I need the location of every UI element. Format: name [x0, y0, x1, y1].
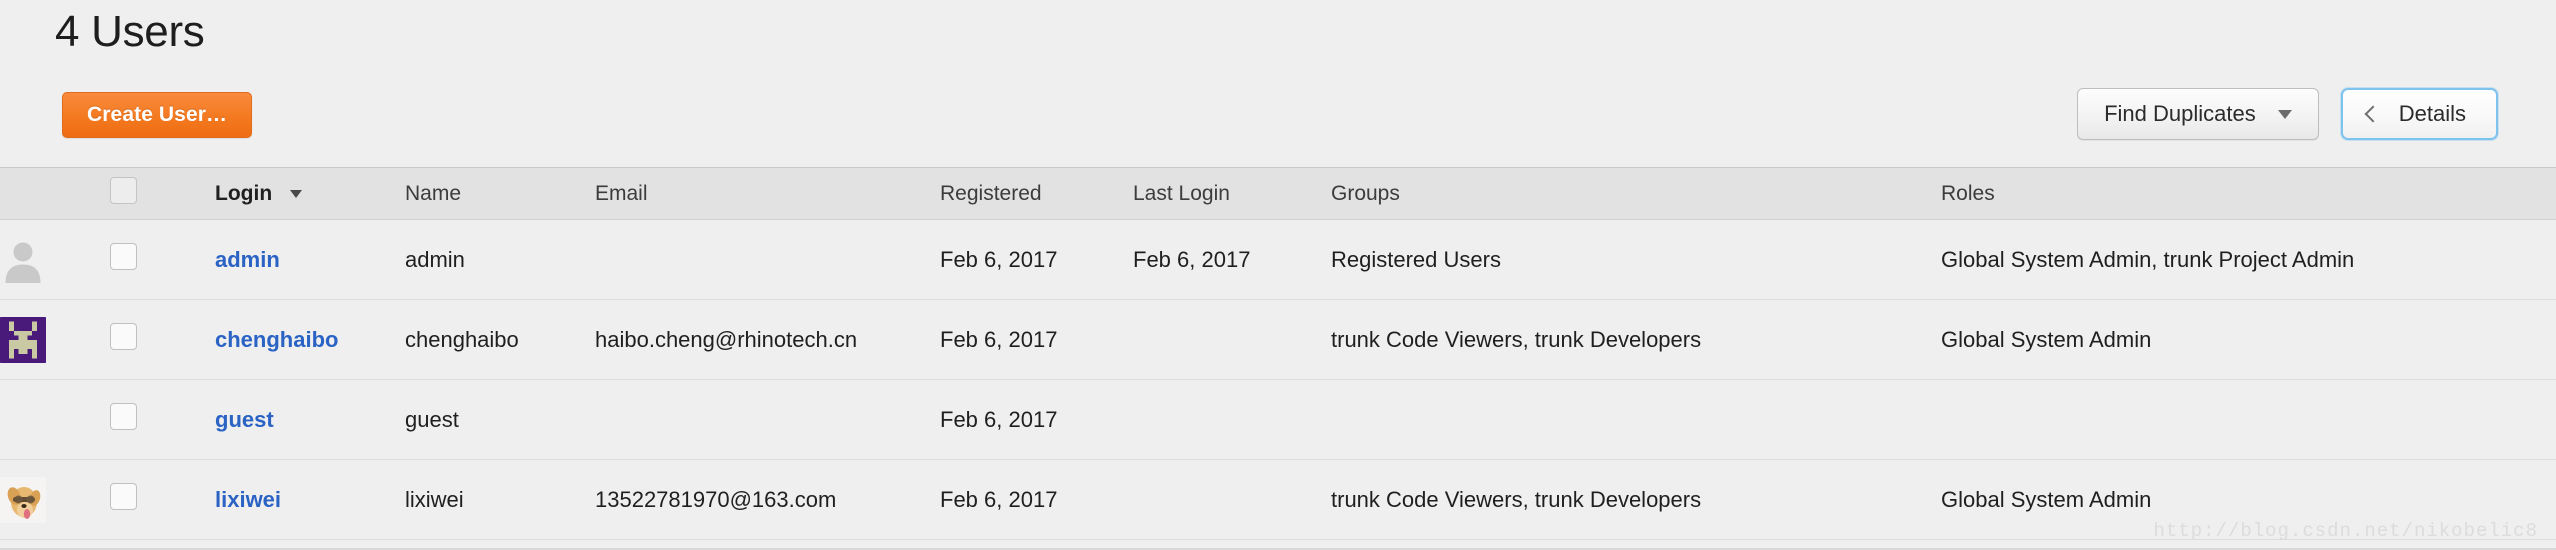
- user-email-cell: [595, 220, 940, 300]
- column-header-name-label: Name: [405, 181, 462, 205]
- user-last-login-cell: [1133, 380, 1331, 460]
- sort-descending-icon: [290, 189, 302, 198]
- user-avatar-cell: [0, 220, 110, 300]
- column-header-name[interactable]: Name: [405, 168, 595, 220]
- user-name-cell: guest: [405, 406, 459, 432]
- dog-photo-avatar-icon: [0, 476, 46, 523]
- user-avatar-cell: [0, 300, 110, 380]
- row-checkbox[interactable]: [110, 483, 137, 510]
- column-header-login-label: Login: [215, 181, 273, 205]
- user-login-link[interactable]: guest: [215, 407, 274, 432]
- details-button[interactable]: Details: [2340, 88, 2498, 140]
- user-roles-cell: Global System Admin, trunk Project Admin: [1941, 246, 2355, 272]
- table-row[interactable]: guest guest Feb 6, 2017: [0, 379, 2556, 460]
- details-label: Details: [2398, 101, 2466, 126]
- user-registered-cell: Feb 6, 2017: [940, 246, 1058, 272]
- column-header-roles-label: Roles: [1941, 181, 1995, 205]
- watermark-text: http://blog.csdn.net/nikobelic8: [2153, 520, 2538, 542]
- row-select-cell: [110, 460, 215, 540]
- row-checkbox[interactable]: [110, 403, 137, 430]
- column-header-email[interactable]: Email: [595, 168, 940, 220]
- user-name-cell: admin: [405, 246, 465, 272]
- user-login-cell: chenghaibo: [215, 300, 405, 380]
- user-email-cell: 13522781970@163.com: [595, 486, 837, 512]
- users-table: Login Name Email Registered Last Login G…: [0, 167, 2556, 540]
- select-all-checkbox[interactable]: [110, 177, 137, 204]
- find-duplicates-label: Find Duplicates: [2104, 101, 2256, 126]
- row-checkbox[interactable]: [110, 323, 137, 350]
- users-page: 4 Users Create User… Find Duplicates Det…: [0, 0, 2556, 550]
- user-last-login-cell: [1133, 460, 1331, 540]
- chevron-down-icon: [2277, 109, 2292, 119]
- user-avatar-cell: [0, 460, 110, 540]
- user-registered-cell: Feb 6, 2017: [940, 326, 1058, 352]
- user-groups-cell: Registered Users: [1331, 246, 1501, 272]
- user-groups-cell: [1331, 380, 1941, 460]
- column-header-last-login-label: Last Login: [1133, 181, 1230, 205]
- user-roles-cell: Global System Admin: [1941, 326, 2152, 352]
- user-login-cell: lixiwei: [215, 460, 405, 540]
- column-header-groups-label: Groups: [1331, 181, 1400, 205]
- table-body: admin admin Feb 6, 2017 Feb 6, 2017 Regi…: [0, 219, 2556, 540]
- user-avatar-cell: [0, 380, 110, 460]
- user-registered-cell: Feb 6, 2017: [940, 486, 1058, 512]
- user-login-cell: admin: [215, 220, 405, 300]
- user-groups-cell: trunk Code Viewers, trunk Developers: [1331, 486, 1702, 512]
- table-row[interactable]: admin admin Feb 6, 2017 Feb 6, 2017 Regi…: [0, 219, 2556, 300]
- user-email-cell: haibo.cheng@rhinotech.cn: [595, 326, 858, 352]
- column-header-login[interactable]: Login: [215, 168, 405, 220]
- user-registered-cell: Feb 6, 2017: [940, 406, 1058, 432]
- user-last-login-cell: Feb 6, 2017: [1133, 246, 1251, 272]
- row-select-cell: [110, 380, 215, 460]
- user-roles-cell: [1941, 380, 2556, 460]
- create-user-button[interactable]: Create User…: [62, 92, 253, 138]
- user-name-cell: chenghaibo: [405, 326, 519, 352]
- header-actions: Find Duplicates Details: [2077, 88, 2498, 140]
- column-header-registered-label: Registered: [940, 181, 1042, 205]
- table-row[interactable]: chenghaibo chenghaibo haibo.cheng@rhinot…: [0, 299, 2556, 380]
- column-header-registered[interactable]: Registered: [940, 168, 1133, 220]
- column-header-avatar: [0, 168, 110, 220]
- table-header-row: Login Name Email Registered Last Login G…: [0, 167, 2556, 220]
- user-email-cell: [595, 380, 940, 460]
- page-header: 4 Users Create User… Find Duplicates Det…: [0, 0, 2556, 155]
- column-header-groups[interactable]: Groups: [1331, 168, 1941, 220]
- column-header-select-all: [110, 168, 215, 220]
- identicon-avatar-icon: [0, 316, 46, 363]
- user-name-cell: lixiwei: [405, 486, 464, 512]
- column-header-roles[interactable]: Roles: [1941, 168, 2556, 220]
- default-person-icon: [5, 242, 41, 283]
- column-header-email-label: Email: [595, 181, 648, 205]
- row-select-cell: [110, 300, 215, 380]
- user-login-link[interactable]: chenghaibo: [215, 327, 338, 352]
- table-header: Login Name Email Registered Last Login G…: [0, 167, 2556, 220]
- row-select-cell: [110, 220, 215, 300]
- row-checkbox[interactable]: [110, 243, 137, 270]
- user-groups-cell: trunk Code Viewers, trunk Developers: [1331, 326, 1702, 352]
- create-user-label: Create User…: [87, 103, 228, 126]
- page-title: 4 Users: [55, 7, 205, 56]
- column-header-last-login[interactable]: Last Login: [1133, 168, 1331, 220]
- user-login-link[interactable]: admin: [215, 247, 280, 272]
- user-login-cell: guest: [215, 380, 405, 460]
- user-login-link[interactable]: lixiwei: [215, 487, 281, 512]
- find-duplicates-button[interactable]: Find Duplicates: [2077, 88, 2319, 140]
- chevron-left-icon: [2364, 105, 2382, 123]
- user-last-login-cell: [1133, 300, 1331, 380]
